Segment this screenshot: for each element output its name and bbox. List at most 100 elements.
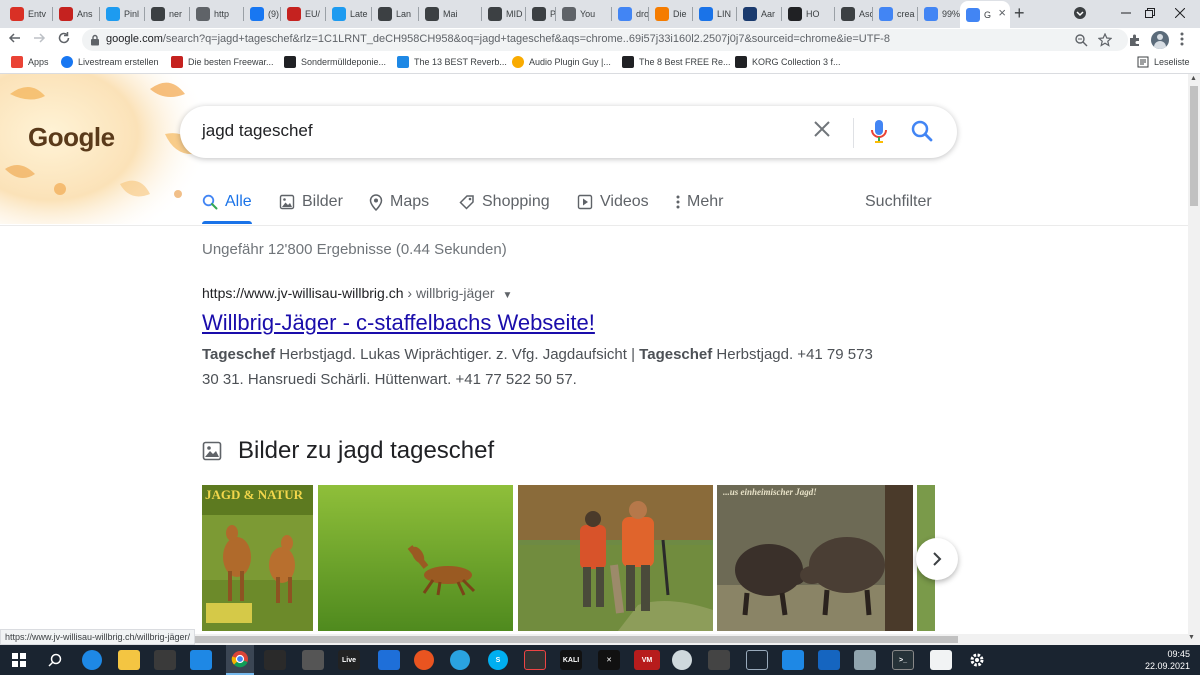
extensions-icon[interactable] [1128,33,1142,47]
edge-icon[interactable] [82,650,102,670]
google-logo[interactable]: Google [28,122,115,153]
browser-tab[interactable]: MID [482,2,526,26]
close-window-button[interactable] [1160,2,1200,24]
browser-tab[interactable]: (9) F [244,2,281,26]
app-calc-icon[interactable] [818,650,840,670]
vertical-scroll-thumb[interactable] [1190,86,1198,206]
settings-icon[interactable] [966,650,988,670]
app-window-icon[interactable] [782,650,804,670]
lock-icon[interactable] [90,34,100,46]
voice-search-icon[interactable] [870,119,888,145]
tab-label: Asc [859,9,873,19]
app-x-icon[interactable]: ✕ [598,650,620,670]
ableton-live-icon[interactable]: Live [338,650,360,670]
chrome-taskbar-button[interactable] [226,645,254,675]
tab-maps[interactable]: Maps [369,192,429,212]
app-unity-icon[interactable] [302,650,324,670]
browser-tab[interactable]: ner [145,2,190,26]
virtualbox-icon[interactable] [746,650,768,670]
app-notes-icon[interactable] [854,650,876,670]
tab-search-button[interactable] [1060,2,1100,24]
browser-tab[interactable]: Die [649,2,693,26]
search-box[interactable]: jagd tageschef [180,106,957,158]
app-terminal-icon[interactable] [264,650,286,670]
app-notepad-icon[interactable] [930,650,952,670]
browser-tab[interactable]: Aar [737,2,782,26]
image-thumb-hunters-in-field[interactable] [518,485,713,631]
bookmark-item[interactable]: The 8 Best FREE Re... [622,56,731,68]
new-tab-button[interactable]: + [1014,3,1025,23]
browser-tab[interactable]: dro [612,2,649,26]
result-menu-caret-icon[interactable]: ▼ [503,290,513,301]
browser-tab[interactable]: LIN [693,2,737,26]
tab-mehr[interactable]: Mehr [676,192,723,212]
bookmark-item[interactable]: Die besten Freewar... [171,56,274,68]
start-button[interactable] [8,650,30,670]
telegram-icon[interactable] [450,650,470,670]
skype-icon[interactable]: S [488,650,508,670]
images-next-button[interactable] [916,538,958,580]
app-grid-icon[interactable] [524,650,546,670]
bookmark-item[interactable]: Apps [11,56,49,68]
bookmark-item[interactable]: KORG Collection 3 f... [735,56,841,68]
browser-tab[interactable]: Late [326,2,372,26]
image-thumb-deer-in-meadow[interactable] [318,485,513,631]
browser-tab[interactable]: 99% [918,2,960,26]
browser-tab[interactable]: HO [782,2,835,26]
result-title-link[interactable]: Willbrig-Jäger - c-staffelbachs Webseite… [202,310,595,336]
search-icon[interactable] [911,120,933,142]
browser-tab[interactable]: Ans [53,2,100,26]
globe-icon [562,7,576,21]
browser-tab[interactable]: Pinl [100,2,145,26]
clear-search-button[interactable] [813,119,831,143]
browser-tab[interactable]: You [556,2,612,26]
browser-tab[interactable]: Entv [4,2,53,26]
bookmark-star-icon[interactable] [1098,33,1112,47]
close-tab-icon[interactable]: × [998,6,1006,19]
forward-button[interactable] [30,31,48,49]
browser-tab[interactable]: EU/ [281,2,326,26]
menu-button[interactable] [1180,32,1184,48]
browser-tab[interactable]: crea [873,2,918,26]
reload-button[interactable] [55,31,73,49]
address-bar[interactable]: google.com/search?q=jagd+tageschef&rlz=1… [82,29,1128,51]
store-icon[interactable] [154,650,176,670]
browser-tab[interactable]: Plug [526,2,556,26]
kali-icon[interactable]: KALI [560,650,582,670]
result-url[interactable]: https://www.jv-willisau-willbrig.ch › wi… [202,285,512,301]
app-media-icon[interactable] [708,650,730,670]
browser-tab[interactable]: G × [960,1,1010,28]
bookmark-item[interactable]: Sondermülldeponie... [284,56,386,68]
tab-videos[interactable]: Videos [577,192,649,212]
mail-icon[interactable] [190,650,212,670]
bookmark-item[interactable]: Livestream erstellen [61,56,159,68]
browser-tab[interactable]: Mai [419,2,482,26]
scroll-down-icon[interactable]: ▼ [1188,634,1195,641]
app-blue-icon[interactable] [378,650,400,670]
search-tools-button[interactable]: Suchfilter [865,192,932,212]
profile-avatar[interactable] [1151,31,1169,49]
browser-tab[interactable]: Asc [835,2,873,26]
ubuntu-icon[interactable] [414,650,434,670]
taskbar-search-button[interactable] [44,650,66,670]
voicemeeter-icon[interactable]: VM [634,650,660,670]
browser-tab[interactable]: Lan [372,2,419,26]
tab-bilder[interactable]: Bilder [279,192,343,212]
bookmark-item[interactable]: The 13 BEST Reverb... [397,56,507,68]
file-explorer-icon[interactable] [118,650,140,670]
tab-alle[interactable]: Alle [202,192,252,212]
scroll-up-icon[interactable]: ▲ [1190,75,1197,82]
image-thumb-magazine-cover-deer[interactable]: JAGD & NATUR [202,485,313,631]
back-button[interactable] [6,31,24,49]
bookmark-item[interactable]: Audio Plugin Guy |... [512,56,611,68]
system-clock[interactable]: 09:45 22.09.2021 [1145,648,1190,672]
reading-list-button[interactable]: Leseliste [1137,56,1190,68]
image-thumb-wild-boars[interactable]: ...us einheimischer Jagd! [717,485,913,631]
cmd-icon[interactable]: >_ [892,650,914,670]
tab-shopping[interactable]: Shopping [459,192,550,212]
vertical-scrollbar[interactable]: ▲ [1188,74,1200,634]
app-chat-icon[interactable] [672,650,692,670]
zoom-icon[interactable] [1074,33,1088,47]
search-input[interactable]: jagd tageschef [202,121,313,141]
browser-tab[interactable]: http [190,2,244,26]
